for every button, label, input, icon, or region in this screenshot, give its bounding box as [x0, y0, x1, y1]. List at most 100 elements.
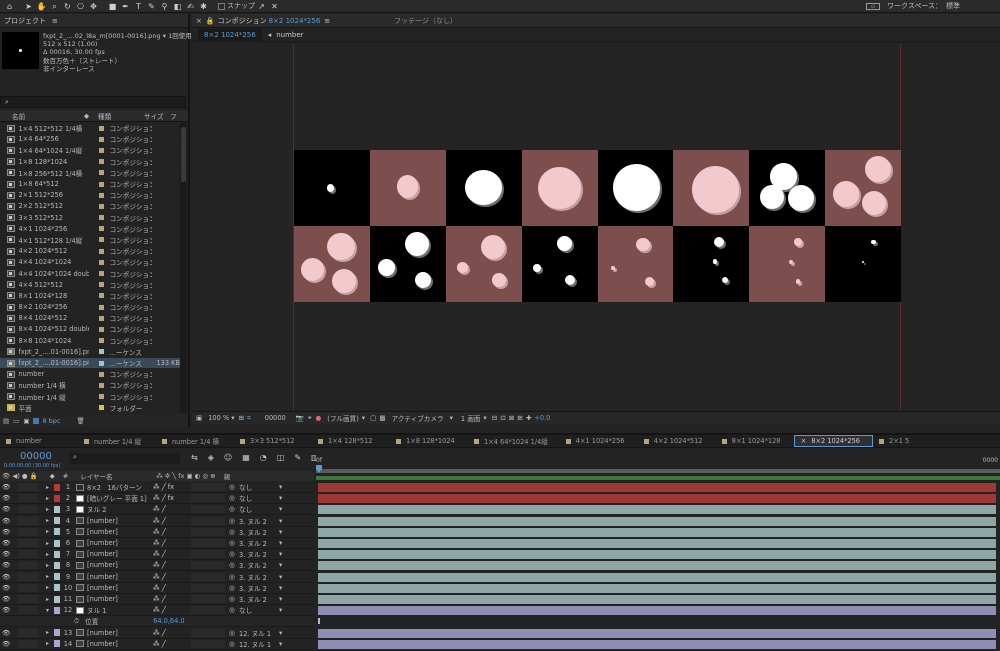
- layer-name[interactable]: [number]: [87, 517, 153, 525]
- parent-dropdown-icon[interactable]: ▾: [279, 640, 287, 648]
- grid-toggle-icon[interactable]: ⊞: [239, 414, 245, 422]
- parent-value[interactable]: なし: [239, 482, 279, 492]
- layer-duration-bar[interactable]: [318, 595, 996, 604]
- project-item[interactable]: 8×1 1024*128 コンポジション: [0, 291, 180, 302]
- project-item-label[interactable]: [98, 215, 104, 221]
- solo-lock-switches[interactable]: [18, 527, 38, 536]
- comp-tab-name[interactable]: 8×2 1024*256: [269, 17, 321, 25]
- project-item-label[interactable]: [98, 315, 104, 321]
- mask-toggle-icon[interactable]: ⌗: [247, 414, 251, 423]
- parent-value[interactable]: 3. ヌル 2: [239, 538, 279, 548]
- solo-lock-switches[interactable]: [18, 595, 38, 603]
- graph-editor-icon[interactable]: ◫: [277, 453, 285, 462]
- puppet-icon[interactable]: ✱: [198, 1, 209, 12]
- layer-switches[interactable]: ⁂ ╱: [153, 640, 191, 648]
- visibility-eye-icon[interactable]: 👁: [2, 561, 12, 569]
- parent-pickwhip-icon[interactable]: ◎: [229, 595, 239, 603]
- layer-name[interactable]: [暗いグレー 平面 1]: [87, 493, 153, 503]
- parent-value[interactable]: 12. ヌル 1: [239, 639, 279, 649]
- parent-header[interactable]: 親: [224, 471, 231, 481]
- close-comp-tab-icon[interactable]: ×: [196, 17, 202, 25]
- project-item-label[interactable]: [98, 326, 104, 332]
- layer-row[interactable]: 👁 ▸ 5 [number] ⁂ ╱ ◎ 3. ヌル 2 ▾: [0, 527, 314, 538]
- select-icon[interactable]: ➤: [23, 1, 34, 12]
- mode-switches[interactable]: [191, 550, 225, 559]
- layer-row[interactable]: ⏱ 位置 64.0,64.0: [0, 616, 314, 628]
- project-item[interactable]: 4×4 1024*1024 コンポジション: [0, 257, 180, 269]
- project-item-label[interactable]: [98, 170, 104, 176]
- layer-switches[interactable]: ⁂ ╱: [153, 539, 191, 547]
- layer-row[interactable]: 👁 ▸ 7 [number] ⁂ ╱ ◎ 3. ヌル 2 ▾: [0, 549, 314, 561]
- pan-icon[interactable]: ✥: [88, 1, 99, 12]
- mode-switches[interactable]: [191, 505, 225, 514]
- parent-value[interactable]: 3. ヌル 2: [239, 572, 279, 582]
- views-dropdown-icon[interactable]: ▾: [483, 414, 486, 422]
- camera-icon[interactable]: ⎔: [75, 1, 86, 12]
- mode-switches[interactable]: [191, 595, 225, 603]
- parent-value[interactable]: 3. ヌル 2: [239, 583, 279, 593]
- camera-value[interactable]: アクティブカメラ: [392, 413, 444, 423]
- comp-viewport[interactable]: [192, 44, 1000, 410]
- layer-switches[interactable]: ⁂ ╱: [153, 528, 191, 536]
- solo-lock-switches[interactable]: [18, 550, 38, 559]
- layer-twirl-icon[interactable]: ▸: [46, 506, 54, 513]
- layer-duration-bar[interactable]: [318, 516, 996, 526]
- project-item[interactable]: 1×8 256*512 1/4横 コンポジション: [0, 168, 180, 179]
- parent-pickwhip-icon[interactable]: ◎: [229, 483, 239, 491]
- layer-twirl-icon[interactable]: ▸: [46, 495, 54, 502]
- layer-name[interactable]: ヌル 2: [87, 504, 153, 514]
- layer-twirl-icon[interactable]: ▸: [46, 596, 54, 603]
- timeline-tab[interactable]: number 1/4 縦: [78, 435, 156, 447]
- parent-value[interactable]: 3. ヌル 2: [239, 549, 279, 559]
- layer-switches[interactable]: ⁂ ╱: [153, 505, 191, 513]
- shy-icon[interactable]: ☺: [224, 453, 232, 462]
- project-item-label[interactable]: [98, 259, 104, 265]
- project-item-label[interactable]: [98, 125, 104, 131]
- layer-twirl-icon[interactable]: ▸: [46, 584, 54, 591]
- project-item[interactable]: 4×1 1024*256 コンポジション: [0, 224, 180, 235]
- project-item-label[interactable]: [98, 226, 104, 232]
- visibility-eye-icon[interactable]: 👁: [2, 550, 12, 558]
- layer-row[interactable]: 👁 ▾ 12 ヌル 1 ⁂ ╱ ◎ なし ▾: [0, 605, 314, 617]
- parent-dropdown-icon[interactable]: ▾: [279, 539, 287, 547]
- layer-row[interactable]: 👁 ▸ 2 [暗いグレー 平面 1] ⁂ ╱ fx ◎ なし ▾: [0, 493, 314, 505]
- parent-dropdown-icon[interactable]: ▾: [279, 573, 287, 581]
- timeline-tab[interactable]: 4×1 1024*256: [560, 435, 638, 447]
- layer-duration-bar[interactable]: [318, 628, 996, 638]
- comp-tab-label[interactable]: コンポジション: [218, 16, 267, 26]
- layer-switches[interactable]: ⁂ ╱: [153, 584, 191, 592]
- visibility-eye-icon[interactable]: 👁: [2, 505, 12, 513]
- layer-switches[interactable]: ⁂ ╱: [153, 629, 191, 637]
- project-item[interactable]: fxpt_2_....01-0016].png ...ーケンス: [0, 347, 180, 358]
- project-scrollbar[interactable]: [180, 123, 187, 413]
- comp-menu-icon[interactable]: ≡: [324, 17, 330, 25]
- project-item-label[interactable]: [98, 136, 104, 142]
- parent-pickwhip-icon[interactable]: ◎: [229, 606, 239, 614]
- zoom-icon[interactable]: ⌕: [49, 1, 60, 12]
- show-snapshot-icon[interactable]: ⚭: [307, 414, 313, 422]
- layer-name[interactable]: [number]: [87, 561, 153, 569]
- layer-duration-bar[interactable]: [318, 606, 996, 616]
- reset-exposure-icon[interactable]: ✚: [526, 414, 532, 422]
- visibility-eye-icon[interactable]: 👁: [2, 606, 12, 614]
- project-item-label[interactable]: [98, 282, 104, 288]
- solo-lock-switches[interactable]: [18, 572, 38, 581]
- layer-row[interactable]: 👁 ▸ 10 [number] ⁂ ╱ ◎ 3. ヌル 2 ▾: [0, 583, 314, 594]
- project-search[interactable]: ⌕: [0, 96, 186, 108]
- parent-pickwhip-icon[interactable]: ◎: [229, 517, 239, 525]
- layer-name-header[interactable]: レイヤー名: [80, 471, 154, 481]
- snap-mode-icon[interactable]: ✕: [269, 1, 280, 12]
- layer-twirl-icon[interactable]: ▸: [46, 562, 54, 569]
- time-ruler[interactable]: 0f 0000: [316, 449, 1000, 481]
- resolution-dropdown-icon[interactable]: ▾: [362, 414, 365, 422]
- parent-pickwhip-icon[interactable]: ◎: [229, 561, 239, 569]
- project-item-label[interactable]: [98, 237, 104, 243]
- workspace-icon[interactable]: ▭: [866, 2, 881, 10]
- column-extra[interactable]: フ: [170, 111, 177, 121]
- project-item[interactable]: 1×8 64*512 コンポジション: [0, 179, 180, 191]
- mode-switches[interactable]: [191, 628, 225, 637]
- column-size[interactable]: サイズ: [144, 111, 170, 121]
- visibility-eye-icon[interactable]: 👁: [2, 584, 12, 592]
- project-item[interactable]: 4×1 512*128 1/4縦 コンポジション: [0, 235, 180, 247]
- project-item[interactable]: 4×4 1024*1024 double コンポジション: [0, 268, 180, 280]
